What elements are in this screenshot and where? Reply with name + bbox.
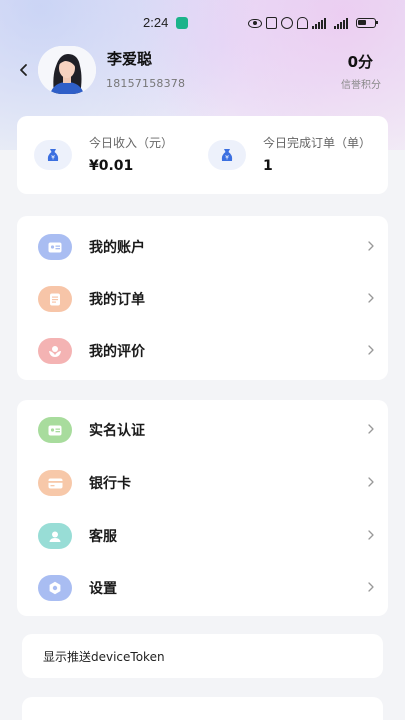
customer-service-icon xyxy=(38,523,72,549)
menu-label-real-name-verification: 实名认证 xyxy=(89,423,145,439)
today-orders-stat[interactable]: ¥ 今日完成订单（单） 1 xyxy=(202,116,388,194)
status-time: 2:24 xyxy=(143,15,169,30)
menu-item-my-orders[interactable]: 我的订单 xyxy=(17,272,388,324)
chevron-right-icon xyxy=(368,424,374,434)
svg-text:¥: ¥ xyxy=(51,155,55,162)
chevron-right-icon xyxy=(368,293,374,303)
menu-item-my-account[interactable]: 我的账户 xyxy=(17,220,388,272)
money-bag-icon: ¥ xyxy=(208,140,246,170)
signal-4g-icon xyxy=(334,17,352,29)
menu-item-my-reviews[interactable]: 我的评价 xyxy=(17,324,388,376)
status-icons xyxy=(248,15,378,31)
avatar[interactable] xyxy=(38,46,96,94)
document-icon xyxy=(38,286,72,312)
svg-text:¥: ¥ xyxy=(225,155,229,162)
menu-item-real-name-verification[interactable]: 实名认证 xyxy=(17,403,388,455)
menu-item-customer-service[interactable]: 客服 xyxy=(17,509,388,561)
mute-icon xyxy=(297,17,308,29)
today-orders-label: 今日完成订单（单） xyxy=(263,136,372,150)
chevron-left-icon xyxy=(20,64,27,76)
today-income-stat[interactable]: ¥ 今日收入（元） ¥0.01 xyxy=(17,116,202,194)
menu-label-customer-service: 客服 xyxy=(89,529,117,545)
menu-group-settings: 实名认证 银行卡 客服 设置 xyxy=(17,400,388,616)
chevron-right-icon xyxy=(368,530,374,540)
alarm-icon xyxy=(281,17,293,29)
battery-icon xyxy=(356,18,378,28)
app-notification-icon xyxy=(176,17,188,29)
user-avatar-image xyxy=(38,46,96,94)
today-income-label: 今日收入（元） xyxy=(89,136,174,150)
menu-label-my-reviews: 我的评价 xyxy=(89,344,145,360)
bottom-card-partial xyxy=(22,697,383,720)
flower-icon xyxy=(38,338,72,364)
menu-item-settings[interactable]: 设置 xyxy=(17,561,388,613)
menu-group-account: 我的账户 我的订单 我的评价 xyxy=(17,216,388,380)
eye-icon xyxy=(248,18,262,28)
chevron-right-icon xyxy=(368,477,374,487)
menu-label-settings: 设置 xyxy=(89,581,117,597)
today-stats-card: ¥ 今日收入（元） ¥0.01 ¥ 今日完成订单（单） 1 xyxy=(17,116,388,194)
verify-card-icon xyxy=(38,417,72,443)
today-orders-value: 1 xyxy=(263,158,273,174)
show-device-token-button[interactable]: 显示推送deviceToken xyxy=(22,634,383,678)
signal-5g-icon xyxy=(312,17,330,29)
credit-score-label: 信誉积分 xyxy=(341,80,381,91)
user-name: 李爱聪 xyxy=(107,50,153,68)
user-phone: 18157158378 xyxy=(106,77,186,90)
back-button[interactable] xyxy=(16,62,32,78)
device-token-label: 显示推送deviceToken xyxy=(43,650,165,664)
nfc-icon xyxy=(266,17,277,29)
bank-card-icon xyxy=(38,470,72,496)
menu-label-my-account: 我的账户 xyxy=(89,240,145,256)
status-bar: 2:24 xyxy=(0,0,405,46)
chevron-right-icon xyxy=(368,241,374,251)
gear-icon xyxy=(38,575,72,601)
credit-score-value: 0分 xyxy=(347,53,373,71)
menu-item-bank-card[interactable]: 银行卡 xyxy=(17,456,388,508)
chevron-right-icon xyxy=(368,345,374,355)
id-card-icon xyxy=(38,234,72,260)
money-bag-icon: ¥ xyxy=(34,140,72,170)
menu-label-my-orders: 我的订单 xyxy=(89,292,145,308)
today-income-value: ¥0.01 xyxy=(89,158,134,174)
chevron-right-icon xyxy=(368,582,374,592)
menu-label-bank-card: 银行卡 xyxy=(89,476,131,492)
